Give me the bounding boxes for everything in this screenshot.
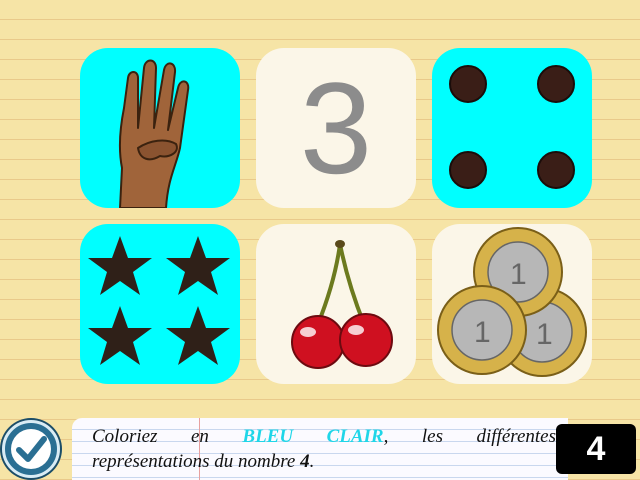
instruction-panel: Coloriez en BLEU CLAIR, les différentes … bbox=[72, 418, 568, 480]
card-cherries[interactable] bbox=[256, 224, 416, 384]
instruction-part3: représentations du nombre bbox=[92, 451, 301, 472]
card-numeral-three[interactable]: 3 bbox=[256, 48, 416, 208]
numeral-text: 3 bbox=[299, 55, 373, 201]
instruction-highlight: BLEU CLAIR bbox=[242, 426, 384, 447]
card-four-stars[interactable] bbox=[80, 224, 240, 384]
checkmark-icon bbox=[11, 429, 51, 469]
card-die-four-dots[interactable] bbox=[432, 48, 592, 208]
die-four-dots-icon bbox=[449, 65, 575, 189]
euro-coin-icon: 1 1 1 bbox=[437, 227, 587, 377]
instruction-part2: , les différentes bbox=[383, 426, 556, 447]
hand-four-fingers-icon bbox=[118, 59, 190, 208]
instruction-text: Coloriez en BLEU CLAIR, les différentes … bbox=[92, 424, 556, 474]
number-counter: 4 bbox=[556, 424, 636, 474]
instruction-part4: . bbox=[309, 451, 315, 472]
cherries-icon bbox=[291, 240, 393, 369]
instruction-line2: représentations du nombre 4. bbox=[92, 449, 556, 474]
star-icon bbox=[88, 236, 230, 365]
card-hand-four-fingers[interactable] bbox=[80, 48, 240, 208]
validate-button[interactable] bbox=[2, 420, 60, 478]
instruction-number: 4 bbox=[300, 451, 310, 472]
card-euro-coins[interactable]: 1 1 1 bbox=[432, 224, 592, 384]
svg-text:1: 1 bbox=[510, 258, 527, 291]
svg-text:1: 1 bbox=[536, 318, 553, 351]
instruction-part1: Coloriez en bbox=[92, 426, 243, 447]
svg-text:1: 1 bbox=[474, 316, 491, 349]
